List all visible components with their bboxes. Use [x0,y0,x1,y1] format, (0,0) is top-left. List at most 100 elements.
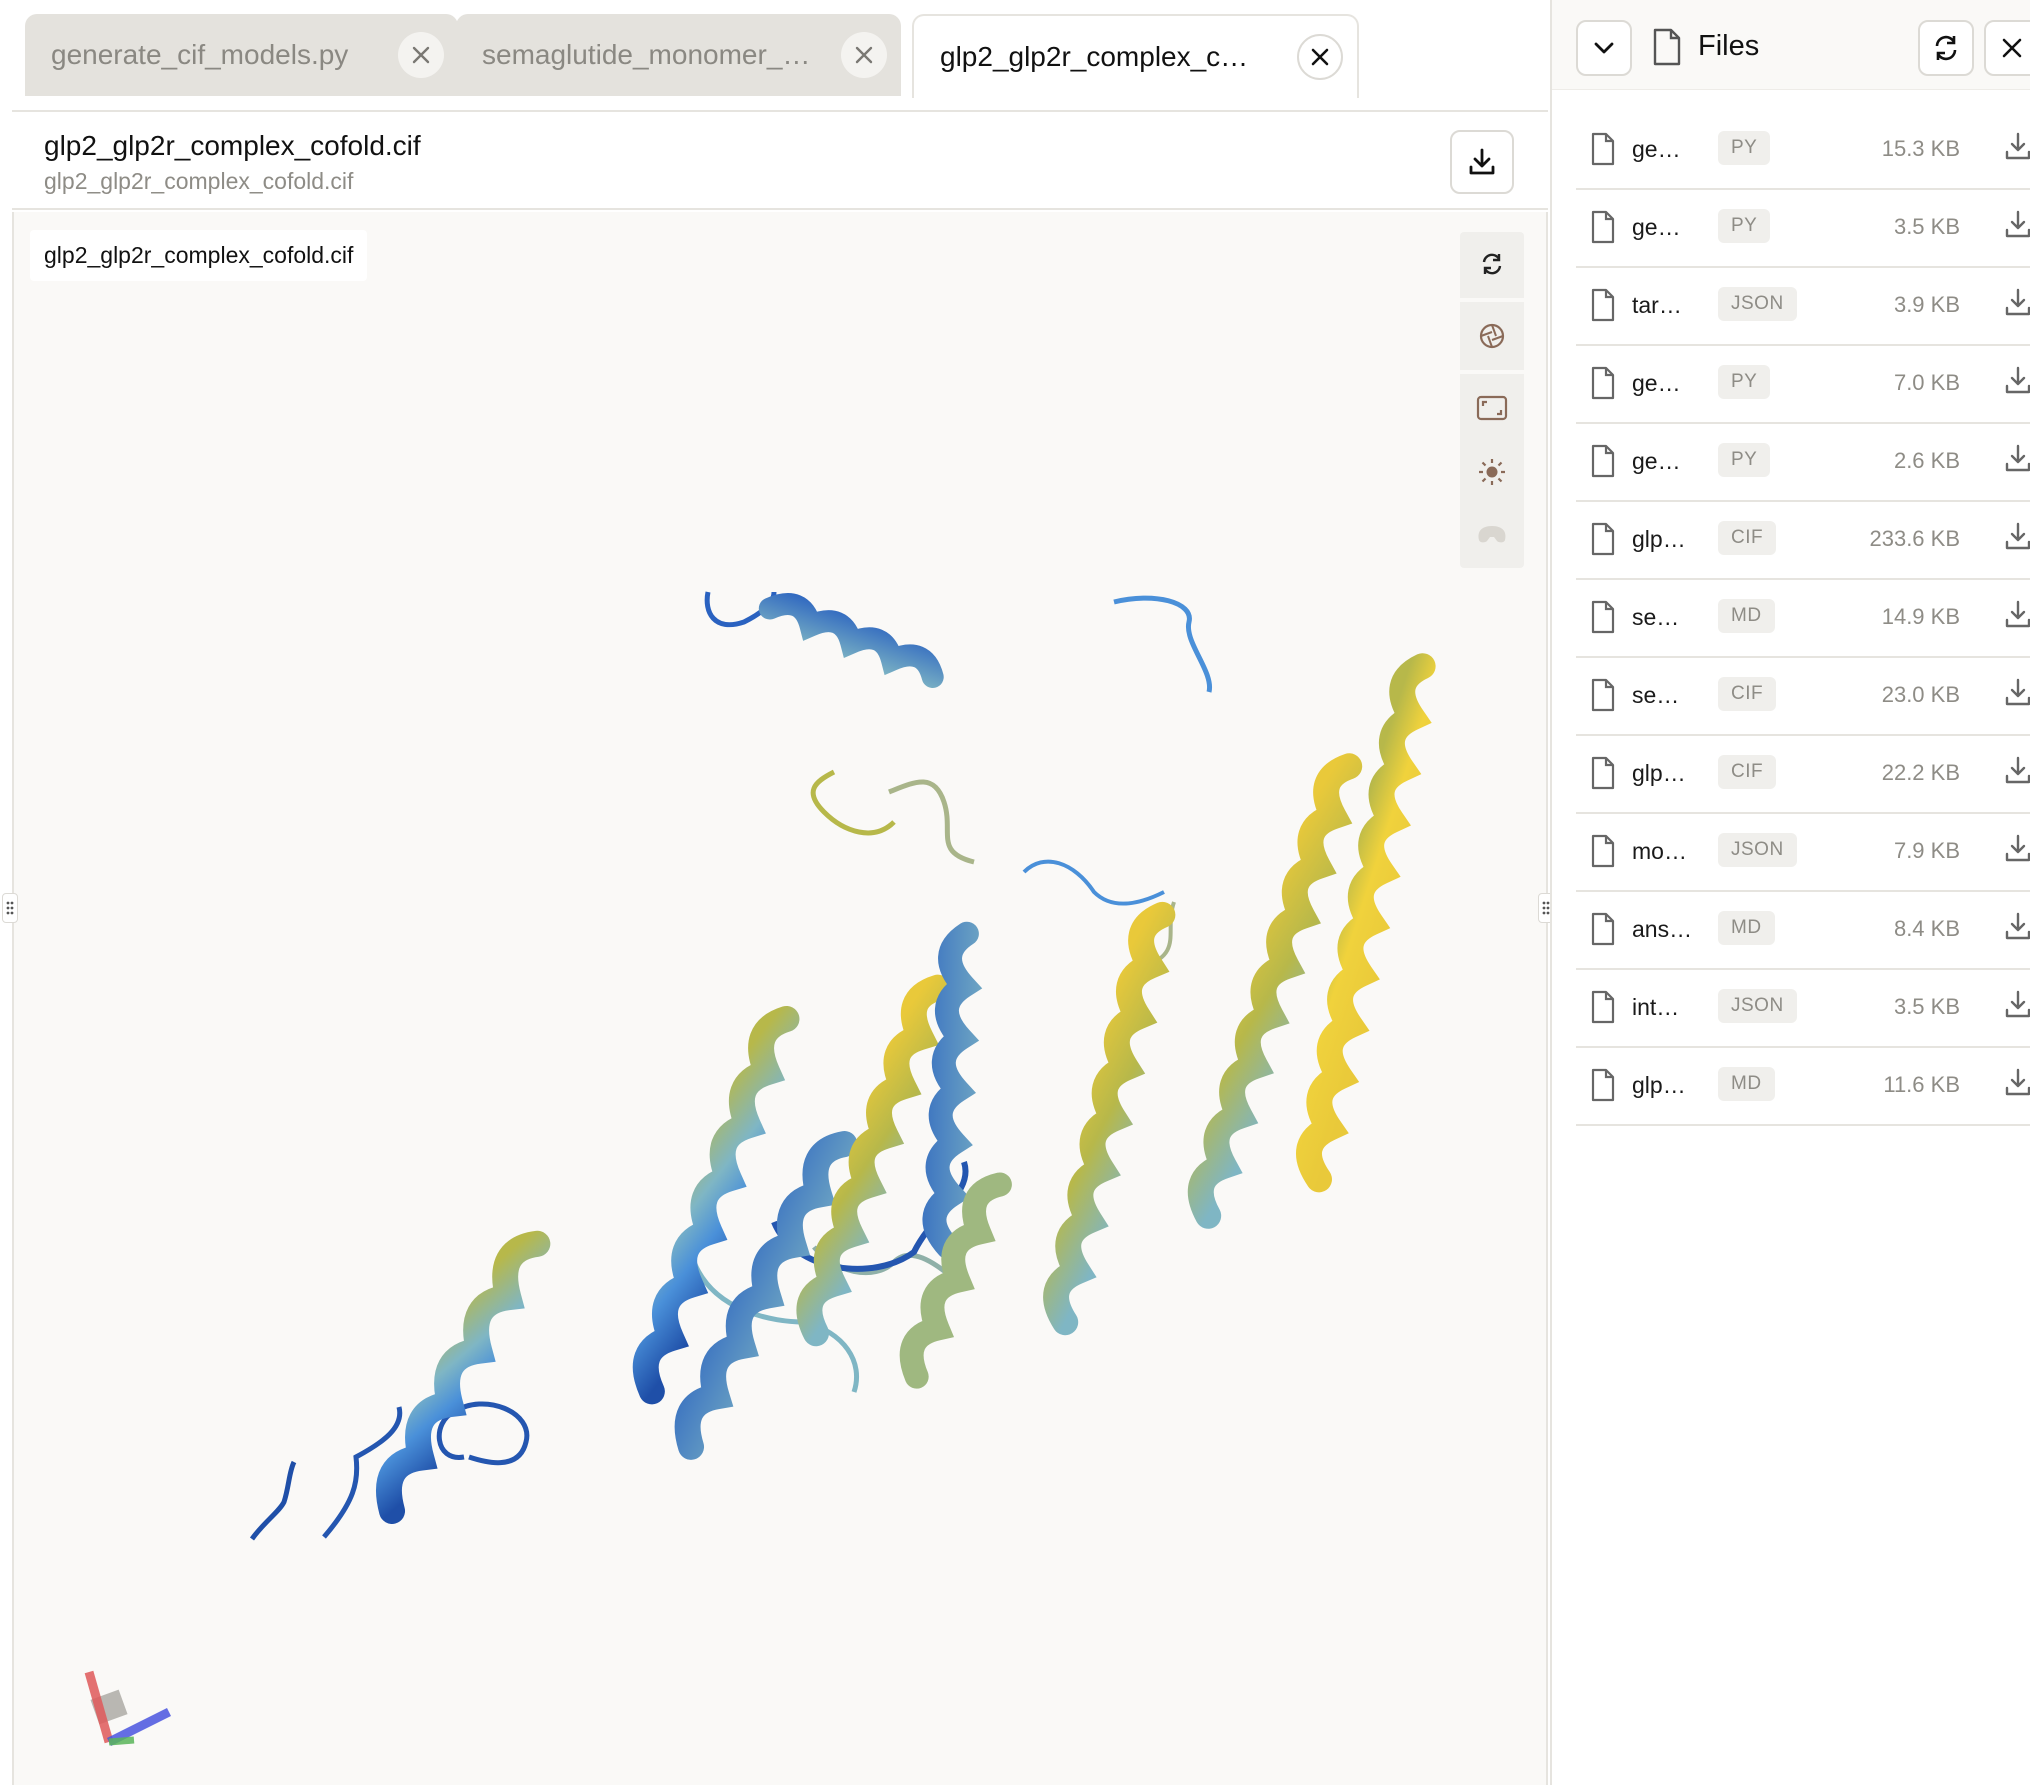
file-type-badge: JSON [1718,833,1797,867]
vr-button[interactable] [1460,502,1524,566]
file-name: tar… [1632,292,1682,318]
file-name: se… [1632,604,1680,630]
tab-label: glp2_glp2r_complex_c… [940,41,1249,72]
collapse-button[interactable] [1576,20,1632,76]
file-size: 2.6 KB [1893,448,1960,473]
close-panel-button[interactable] [1984,20,2030,76]
viewer-toolbar [1460,232,1524,568]
download-icon[interactable] [2004,676,2030,710]
download-icon[interactable] [2004,832,2030,866]
reset-view-button[interactable] [1460,232,1524,296]
file-type-badge: CIF [1718,677,1777,711]
file-icon [1591,132,1615,166]
files-panel: Files ge… PY 15.3 KB ge… PY 3.5 KB tar… … [1550,0,2030,1785]
download-icon[interactable] [2004,1066,2030,1100]
file-type-badge: MD [1718,599,1775,633]
file-row[interactable]: glp… CIF 22.2 KB [1576,736,2030,814]
file-icon [1591,600,1615,634]
tab-semaglutide-monomer[interactable]: semaglutide_monomer_… [456,14,901,96]
file-icon [1591,990,1615,1024]
left-resize-handle[interactable] [2,893,18,923]
file-row[interactable]: ge… PY 15.3 KB [1576,112,2030,190]
file-row[interactable]: ge… PY 3.5 KB [1576,190,2030,268]
file-name: mo… [1632,838,1687,864]
file-row[interactable]: tar… JSON 3.9 KB [1576,268,2030,346]
file-row[interactable]: se… MD 14.9 KB [1576,580,2030,658]
file-name: ge… [1632,370,1681,396]
download-icon [1469,148,1495,175]
file-size: 15.3 KB [1881,136,1960,161]
file-row[interactable]: ge… PY 7.0 KB [1576,346,2030,424]
fullscreen-icon [1476,395,1508,421]
download-icon[interactable] [2004,286,2030,320]
molecule-viewer[interactable]: glp2_glp2r_complex_cofold.cif [12,212,1548,1785]
file-type-badge: MD [1718,911,1775,945]
file-type-badge: CIF [1718,755,1777,789]
close-icon[interactable] [398,32,444,78]
file-size: 11.6 KB [1883,1072,1960,1097]
file-list: ge… PY 15.3 KB ge… PY 3.5 KB tar… JSON 3… [1576,112,2030,1126]
file-icon [1591,366,1615,400]
file-row[interactable]: glp… CIF 233.6 KB [1576,502,2030,580]
screenshot-button[interactable] [1460,304,1524,368]
lighting-button[interactable] [1460,440,1524,504]
file-row[interactable]: glp… MD 11.6 KB [1576,1048,2030,1126]
tab-strip: generate_cif_models.py semaglutide_monom… [12,0,1548,112]
download-icon[interactable] [2004,442,2030,476]
file-name: ge… [1632,448,1681,474]
file-row[interactable]: ge… PY 2.6 KB [1576,424,2030,502]
tab-generate-cif-models[interactable]: generate_cif_models.py [25,14,458,96]
file-icon [1591,444,1615,478]
file-icon [1591,1068,1615,1102]
file-row[interactable]: ans… MD 8.4 KB [1576,892,2030,970]
protein-structure[interactable] [14,212,1548,1785]
file-icon [1591,522,1615,556]
download-icon[interactable] [2004,364,2030,398]
screenshot-icon [1479,323,1505,349]
file-size: 233.6 KB [1869,526,1960,551]
file-type-badge: CIF [1718,521,1777,555]
file-row[interactable]: se… CIF 23.0 KB [1576,658,2030,736]
download-icon[interactable] [2004,910,2030,944]
tab-glp2-glp2r-complex[interactable]: glp2_glp2r_complex_c… [912,14,1359,98]
file-size: 3.5 KB [1893,994,1960,1019]
download-icon[interactable] [2004,208,2030,242]
file-size: 8.4 KB [1893,916,1960,941]
refresh-button[interactable] [1918,20,1974,76]
refresh-icon [1935,35,1957,61]
file-name: ans… [1632,916,1693,942]
download-icon[interactable] [2004,520,2030,554]
file-type-badge: JSON [1718,989,1797,1023]
file-name: glp… [1632,760,1686,786]
file-size: 23.0 KB [1881,682,1960,707]
axis-gizmo [84,1670,172,1747]
file-name: ge… [1632,136,1681,162]
file-name: se… [1632,682,1680,708]
lighting-icon [1479,459,1505,485]
close-icon[interactable] [841,32,887,78]
file-icon [1591,210,1615,244]
file-icon [1591,834,1615,868]
download-icon[interactable] [2004,130,2030,164]
download-icon[interactable] [2004,754,2030,788]
file-path: glp2_glp2r_complex_cofold.cif [44,168,354,194]
download-button[interactable] [1450,130,1514,194]
chevron-down-icon [1594,42,1614,54]
file-type-badge: PY [1718,209,1771,243]
file-size: 3.5 KB [1893,214,1960,239]
download-icon[interactable] [2004,988,2030,1022]
close-icon [2002,38,2022,58]
download-icon[interactable] [2004,598,2030,632]
file-name: glp… [1632,526,1686,552]
file-name: glp… [1632,1072,1686,1098]
file-icon [1653,28,1681,66]
reset-view-icon [1482,253,1502,275]
file-row[interactable]: mo… JSON 7.9 KB [1576,814,2030,892]
file-row[interactable]: int… JSON 3.5 KB [1576,970,2030,1048]
file-size: 22.2 KB [1881,760,1960,785]
file-icon [1591,756,1615,790]
close-icon[interactable] [1297,34,1343,80]
vr-icon [1478,526,1506,543]
tab-label: generate_cif_models.py [51,39,349,70]
fullscreen-button[interactable] [1460,376,1524,440]
